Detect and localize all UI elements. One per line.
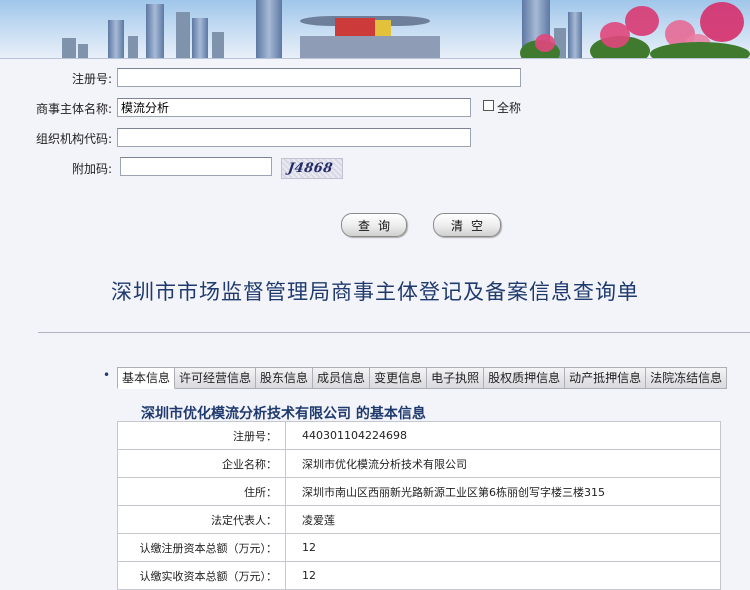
full-name-checkbox[interactable] <box>483 100 494 111</box>
table-row: 认缴注册资本总额（万元）： 12 <box>117 533 721 562</box>
query-button[interactable]: 查询 <box>341 213 407 237</box>
tab-change-info[interactable]: 变更信息 <box>370 367 428 389</box>
flower <box>535 34 555 52</box>
full-name-label: 全称 <box>497 101 522 115</box>
extra-code-input[interactable] <box>120 157 272 176</box>
skyline-building <box>108 20 124 58</box>
skyline-building <box>568 12 582 58</box>
tab-court-freeze-info[interactable]: 法院冻结信息 <box>646 367 728 389</box>
clear-button[interactable]: 清空 <box>433 213 501 237</box>
reg-no-input[interactable] <box>117 68 521 87</box>
flower <box>625 6 659 36</box>
report-title: 深圳市市场监督管理局商事主体登记及备案信息查询单 <box>111 280 639 304</box>
info-tabs: 基本信息 许可经营信息 股东信息 成员信息 变更信息 电子执照 股权质押信息 动… <box>117 367 728 389</box>
skyline-building <box>176 12 190 58</box>
field-label: 法定代表人： <box>117 505 286 534</box>
skyline-building <box>192 18 208 58</box>
skyline-building <box>62 38 76 58</box>
civic-center-red <box>335 18 375 36</box>
section-divider <box>38 332 750 333</box>
company-heading: 深圳市优化模流分析技术有限公司 的基本信息 <box>141 406 426 422</box>
org-code-label: 组织机构代码: <box>35 132 112 146</box>
reg-no-label: 注册号: <box>71 72 112 86</box>
table-row: 企业名称： 深圳市优化模流分析技术有限公司 <box>117 449 721 478</box>
skyline-building <box>256 0 282 58</box>
field-value: 440301104224698 <box>285 421 721 450</box>
field-value: 12 <box>285 533 721 562</box>
header-banner <box>0 0 750 59</box>
skyline-building <box>146 4 164 58</box>
field-label: 企业名称： <box>117 449 286 478</box>
field-value: 深圳市优化模流分析技术有限公司 <box>285 449 721 478</box>
tab-member-info[interactable]: 成员信息 <box>313 367 371 389</box>
field-value: 凌爱莲 <box>285 505 721 534</box>
foliage <box>650 42 750 58</box>
tab-license-info[interactable]: 许可经营信息 <box>175 367 257 389</box>
table-row: 注册号： 440301104224698 <box>117 421 721 450</box>
field-label: 住所： <box>117 477 286 506</box>
field-value: 12 <box>285 561 721 590</box>
tab-equity-pledge-info[interactable]: 股权质押信息 <box>484 367 566 389</box>
tab-e-license[interactable]: 电子执照 <box>427 367 485 389</box>
skyline-building <box>300 36 440 58</box>
tab-basic-info[interactable]: 基本信息 <box>117 367 176 389</box>
field-value: 深圳市南山区西丽新光路新源工业区第6栋丽创写字楼三楼315 <box>285 477 721 506</box>
captcha-image[interactable]: J4868 <box>281 158 343 179</box>
extra-code-label: 附加码: <box>71 162 112 176</box>
field-label: 认缴注册资本总额（万元）： <box>117 533 286 562</box>
table-row: 住所： 深圳市南山区西丽新光路新源工业区第6栋丽创写字楼三楼315 <box>117 477 721 506</box>
civic-center-yellow <box>375 20 391 36</box>
basic-info-table: 注册号： 440301104224698 企业名称： 深圳市优化模流分析技术有限… <box>117 421 721 590</box>
captcha-text: J4868 <box>286 161 334 176</box>
entity-name-input[interactable] <box>117 98 471 117</box>
tab-shareholder-info[interactable]: 股东信息 <box>256 367 314 389</box>
org-code-input[interactable] <box>117 128 471 147</box>
tab-bullet: • <box>103 368 111 382</box>
skyline-building <box>128 36 138 58</box>
skyline-building <box>78 44 88 58</box>
skyline-building <box>212 32 224 58</box>
entity-name-label: 商事主体名称: <box>35 102 112 116</box>
tab-chattel-mortgage-info[interactable]: 动产抵押信息 <box>565 367 647 389</box>
field-label: 认缴实收资本总额（万元）： <box>117 561 286 590</box>
table-row: 法定代表人： 凌爱莲 <box>117 505 721 534</box>
table-row: 认缴实收资本总额（万元）： 12 <box>117 561 721 590</box>
field-label: 注册号： <box>117 421 286 450</box>
